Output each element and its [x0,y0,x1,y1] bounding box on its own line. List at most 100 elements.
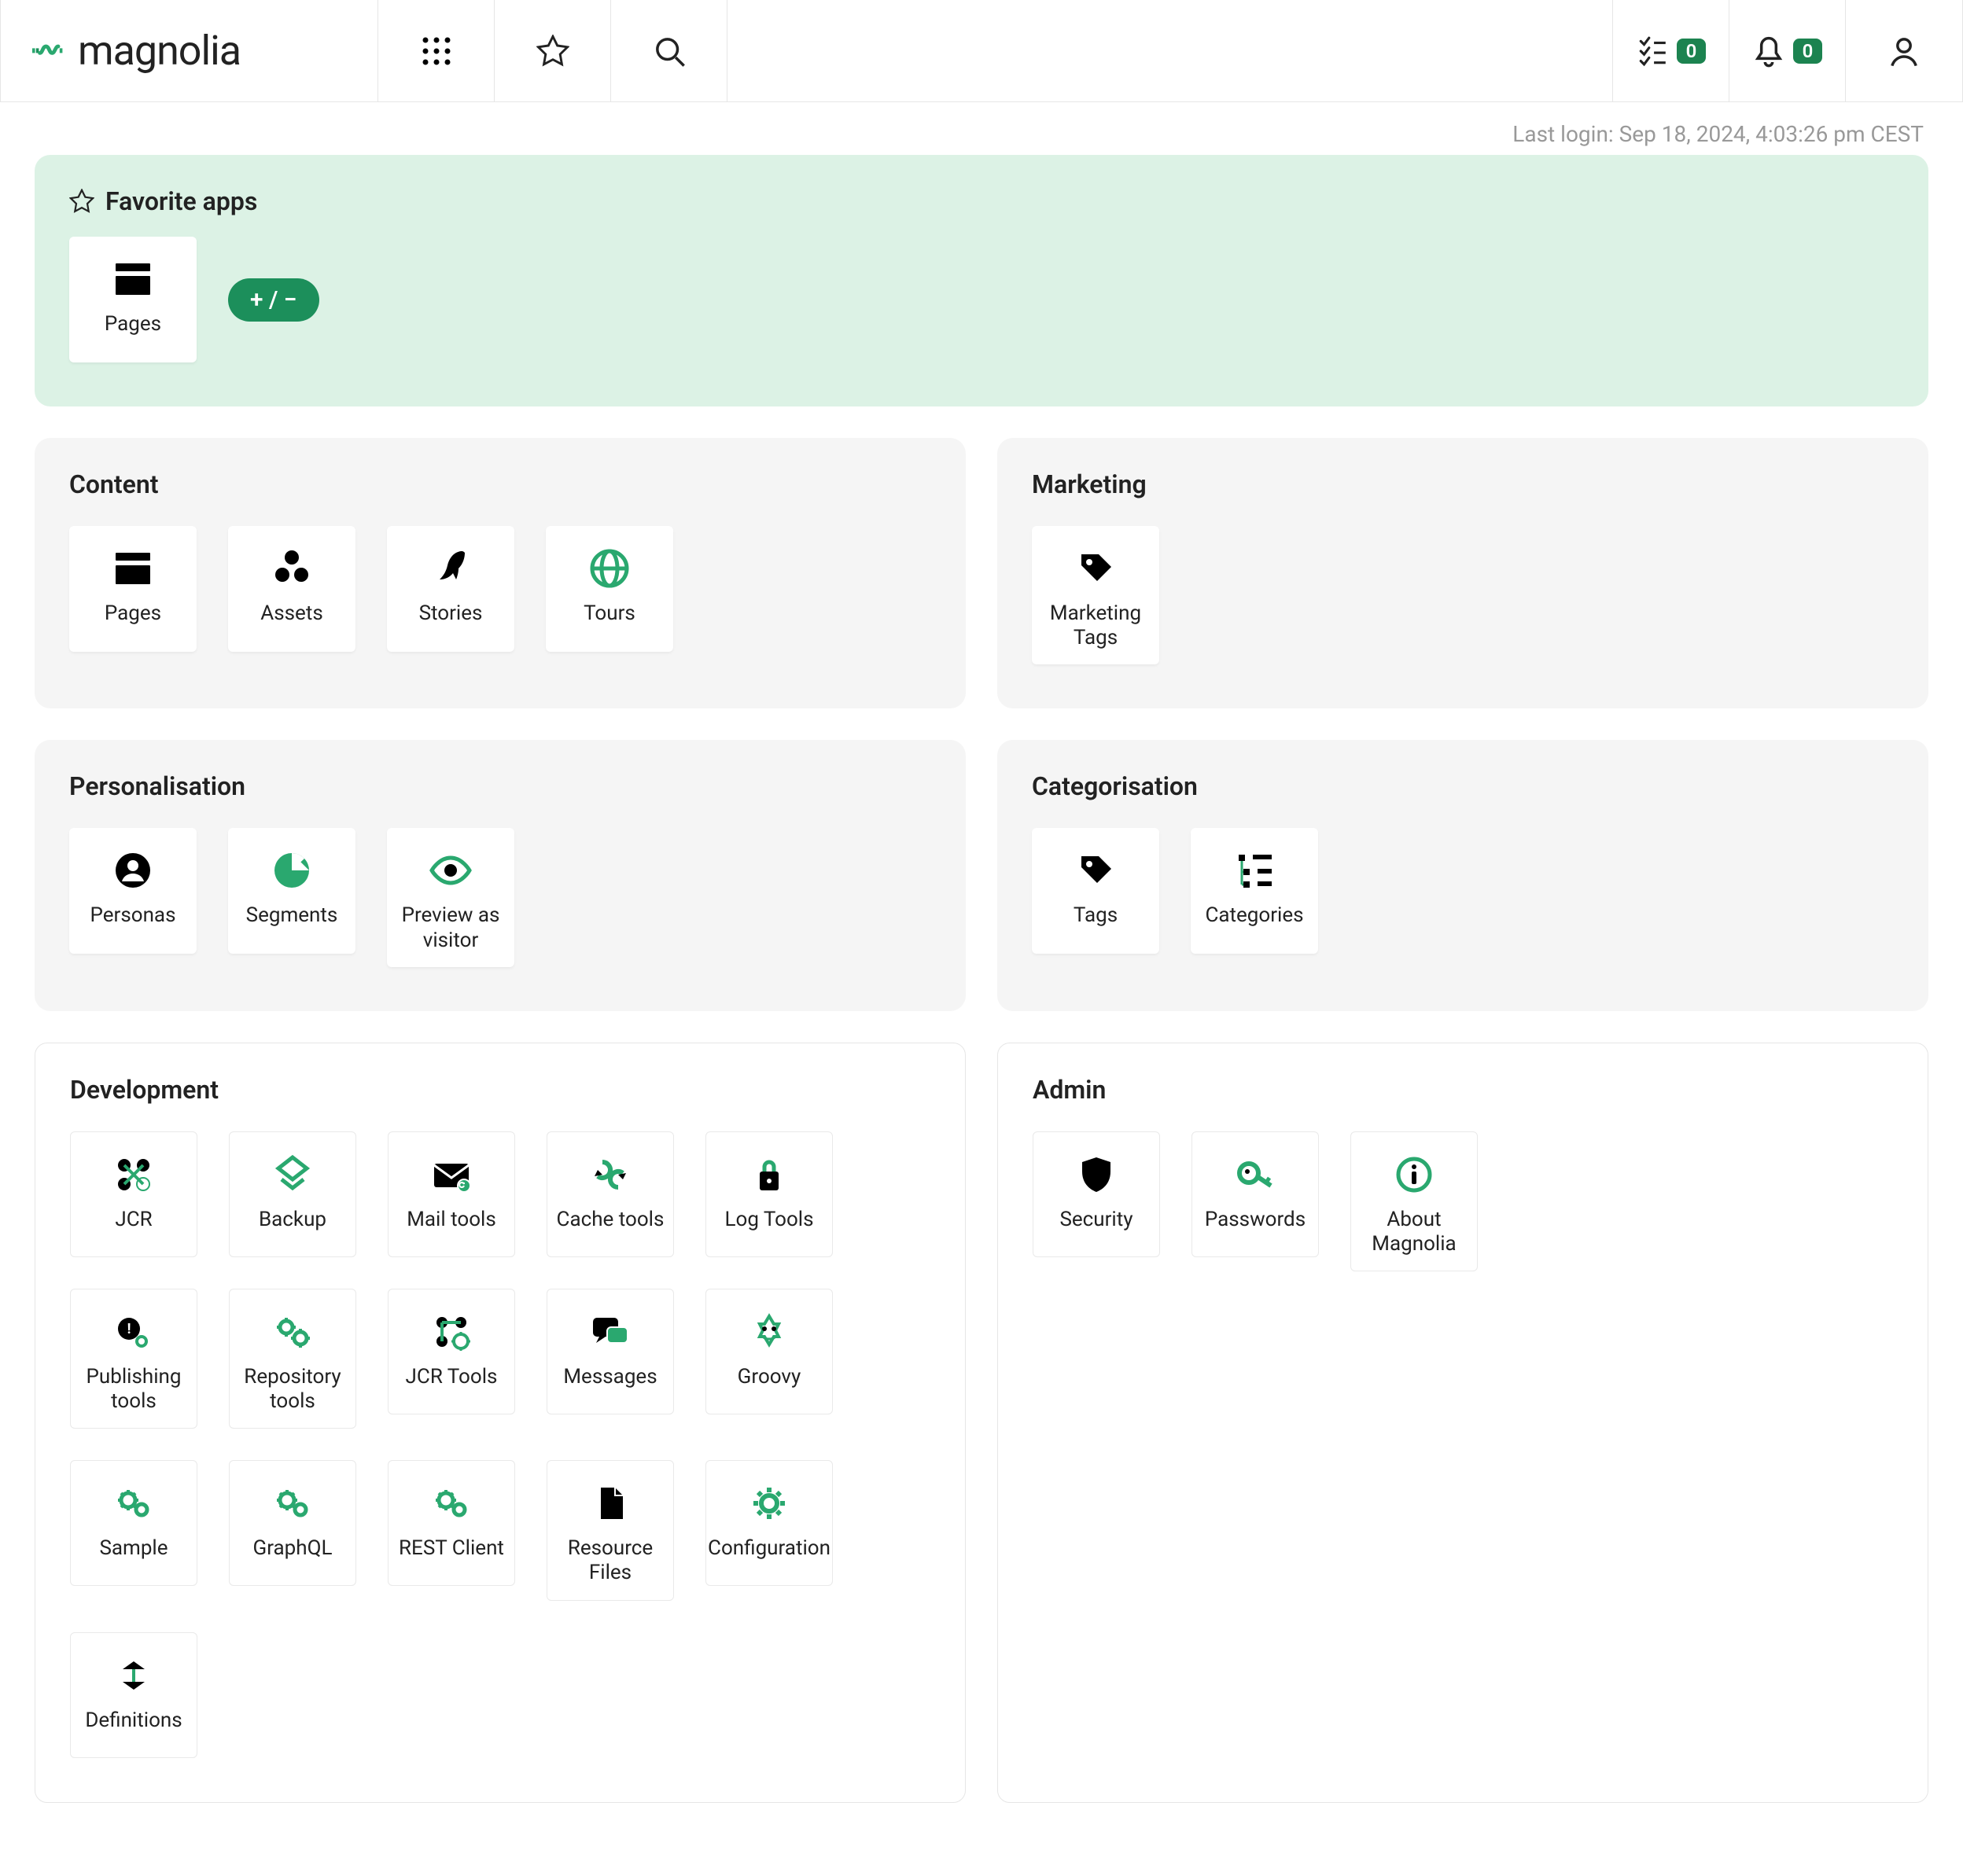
app-tile-rest-client[interactable]: REST Client [388,1460,515,1586]
segments-icon [270,848,314,892]
notifications-button[interactable]: 0 [1729,0,1846,101]
app-tile-passwords[interactable]: Passwords [1191,1131,1319,1257]
profile-button[interactable] [1846,0,1962,101]
app-tile-label: Definitions [85,1709,182,1733]
tasks-badge: 0 [1677,39,1707,64]
app-launcher-button[interactable] [378,0,495,101]
app-tile-segments[interactable]: Segments [228,828,355,954]
app-tile-label: Segments [246,903,338,928]
app-tile-label: Security [1059,1208,1132,1232]
app-tile-label: Repository tools [238,1365,348,1414]
info-icon [1392,1153,1436,1197]
app-tile-definitions[interactable]: Definitions [70,1632,197,1758]
app-tile-preview-as-visitor[interactable]: Preview as visitor [387,828,514,966]
app-tile-jcr-tools[interactable]: JCR Tools [388,1289,515,1414]
app-tile-label: Preview as visitor [395,903,506,952]
app-tile-label: Configuration [708,1536,830,1561]
app-tile-personas[interactable]: Personas [69,828,197,954]
app-tile-label: JCR Tools [406,1365,498,1389]
app-tile-assets[interactable]: Assets [228,526,355,652]
app-tile-categories[interactable]: Categories [1191,828,1318,954]
persona-icon [111,848,155,892]
app-tile-label: Stories [419,601,483,626]
notifications-badge: 0 [1793,39,1823,64]
mail-icon [429,1153,473,1197]
app-tile-about-magnolia[interactable]: About Magnolia [1350,1131,1478,1271]
shield-icon [1074,1153,1118,1197]
app-tile-jcr[interactable]: JCR [70,1131,197,1257]
app-tile-label: Pages [105,601,161,626]
section-title: Development [70,1075,930,1105]
app-tile-pages[interactable]: Pages [69,237,197,362]
app-tile-messages[interactable]: Messages [547,1289,674,1414]
edit-favorites-button[interactable]: + / − [228,278,319,322]
star-icon [536,35,569,68]
categories-icon [1232,848,1276,892]
tours-icon [587,546,632,590]
key-icon [1233,1153,1277,1197]
tasks-button[interactable]: 0 [1613,0,1729,101]
app-tile-mail-tools[interactable]: Mail tools [388,1131,515,1257]
stories-icon [429,546,473,590]
app-tile-configuration[interactable]: Configuration [705,1460,833,1586]
app-tile-label: Publishing tools [79,1365,189,1414]
section-development: Development JCR Backup Mail tools Cache tool… [35,1043,966,1803]
groovy-icon [747,1310,791,1354]
app-tile-label: Resource Files [555,1536,665,1585]
app-tile-log-tools[interactable]: Log Tools [705,1131,833,1257]
app-tile-label: About Magnolia [1359,1208,1469,1256]
app-tile-label: Tours [584,601,635,626]
bell-icon [1752,35,1785,68]
app-tile-groovy[interactable]: Groovy [705,1289,833,1414]
pages-icon [111,257,155,301]
app-tile-label: Log Tools [724,1208,813,1232]
log-icon [747,1153,791,1197]
user-icon [1888,35,1921,68]
definitions-icon [112,1653,156,1698]
favorites-button[interactable] [495,0,611,101]
eye-icon [429,848,473,892]
app-tile-pages[interactable]: Pages [69,526,197,652]
pages-icon [111,546,155,590]
app-tile-label: GraphQL [253,1536,333,1561]
app-tile-marketing-tags[interactable]: Marketing Tags [1032,526,1159,664]
section-title: Categorisation [1032,771,1894,801]
jcr-icon [112,1153,156,1197]
app-tile-label: Passwords [1205,1208,1306,1232]
jcr-tools-icon [429,1310,473,1354]
backup-icon [271,1153,315,1197]
tag-icon [1074,546,1118,590]
section-title: Content [69,469,931,499]
section-marketing: Marketing Marketing Tags [997,438,1928,708]
app-tile-tours[interactable]: Tours [546,526,673,652]
app-tile-publishing-tools[interactable]: Publishing tools [70,1289,197,1429]
logo-wave-icon [32,35,65,68]
file-icon [588,1481,632,1525]
logo-text: magnolia [78,27,241,75]
app-tile-label: Sample [99,1536,168,1561]
app-tile-label: Mail tools [407,1208,496,1232]
app-tile-cache-tools[interactable]: Cache tools [547,1131,674,1257]
app-tile-graphql[interactable]: GraphQL [229,1460,356,1586]
app-tile-security[interactable]: Security [1033,1131,1160,1257]
section-categorisation: Categorisation Tags Categories [997,740,1928,1010]
app-tile-tags[interactable]: Tags [1032,828,1159,954]
app-tile-label: Groovy [738,1365,801,1389]
last-login-text: Last login: Sep 18, 2024, 4:03:26 pm CES… [35,102,1928,155]
app-tile-sample[interactable]: Sample [70,1460,197,1586]
logo[interactable]: magnolia [1,0,378,101]
favorites-title: Favorite apps [105,186,257,216]
app-tile-repository-tools[interactable]: Repository tools [229,1289,356,1429]
tag-icon [1074,848,1118,892]
cache-icon [588,1153,632,1197]
publish-icon [112,1310,156,1354]
app-tile-label: Backup [259,1208,326,1232]
app-tile-label: Cache tools [557,1208,665,1232]
app-tile-resource-files[interactable]: Resource Files [547,1460,674,1600]
search-button[interactable] [611,0,727,101]
section-title: Marketing [1032,469,1894,499]
app-tile-label: Categories [1205,903,1303,928]
gear-icon [747,1481,791,1525]
app-tile-stories[interactable]: Stories [387,526,514,652]
app-tile-backup[interactable]: Backup [229,1131,356,1257]
